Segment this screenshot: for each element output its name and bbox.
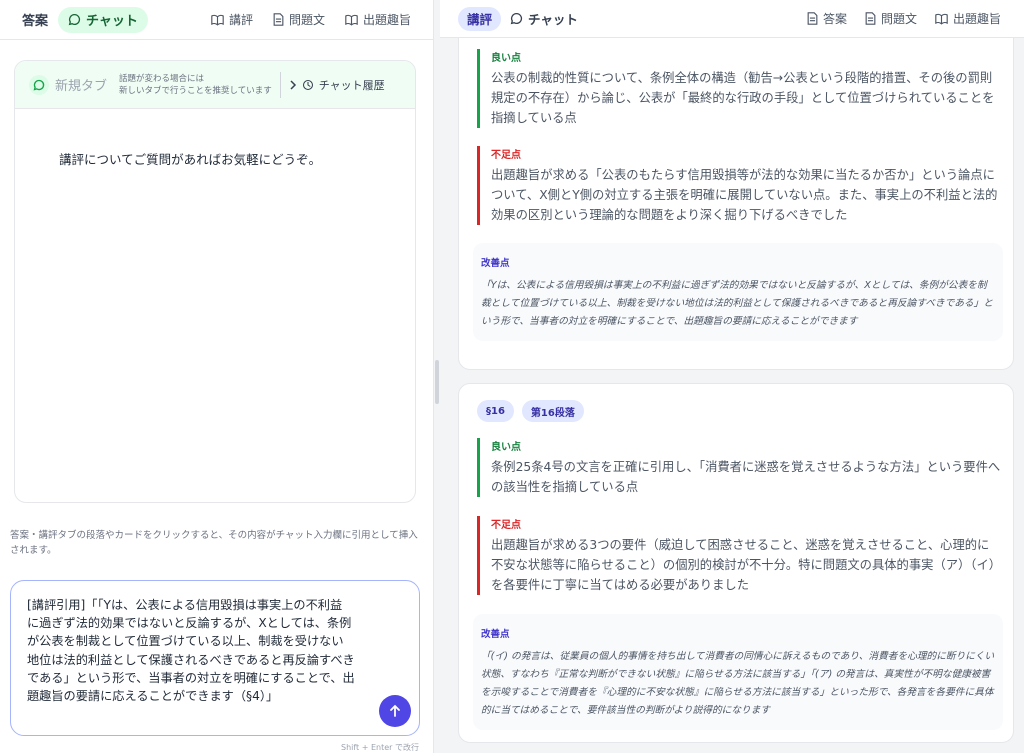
chat-panel: 新規タブ 話題が変わる場合には 新しいタブで行うことを推奨しています チャット履… xyxy=(14,60,416,503)
left-pane: 答案 チャット 講評 問題文 出題趣旨 新規タブ 話題が変わる場合には 新しいタ… xyxy=(0,0,434,753)
improvement-label: 改善点 xyxy=(481,629,510,640)
good-point-block[interactable]: 良い点 公表の制裁的性質について、条例全体の構造（勧告→公表という段階的措置、そ… xyxy=(477,49,1001,128)
chevron-right-icon xyxy=(289,79,297,90)
good-point-label: 良い点 xyxy=(491,53,521,64)
right-tab-review[interactable]: 講評 xyxy=(458,6,502,31)
improvement-label: 改善点 xyxy=(481,258,510,269)
left-tab-problem[interactable]: 問題文 xyxy=(263,7,335,33)
right-tab-bar: 講評 チャット 答案 問題文 出題趣旨 xyxy=(440,0,1024,38)
good-point-block[interactable]: 良い点 条例25条4号の文言を正確に引用し、「消費者に迷惑を覚えさせるような方法… xyxy=(477,438,1001,497)
paragraph-badge: 第16段落 xyxy=(521,400,584,422)
left-tab-purpose[interactable]: 出題趣旨 xyxy=(335,7,421,33)
right-tab-chat-label: チャット xyxy=(528,12,578,27)
left-tab-bar: 答案 チャット 講評 問題文 出題趣旨 xyxy=(0,0,433,40)
new-tab-hint: 話題が変わる場合には 新しいタブで行うことを推奨しています xyxy=(119,73,272,97)
right-tab-answer-label: 答案 xyxy=(822,12,847,26)
insert-note: 答案・講評タブの段落やカードをクリックすると、その内容がチャット入力欄に引用とし… xyxy=(10,530,418,556)
right-tab-answer[interactable]: 答案 xyxy=(798,7,856,31)
good-point-text: 条例25条4号の文言を正確に引用し、「消費者に迷惑を覚えさせるような方法」という… xyxy=(491,460,1001,494)
welcome-message: 講評についてご質問があればお気軽にどうぞ。 xyxy=(59,152,322,167)
send-button[interactable] xyxy=(379,695,411,727)
improvement-text: 「(イ) の発言は、従業員の個人的事情を持ち出して消費者の同情心に訴えるものであ… xyxy=(481,651,995,716)
chat-bubble-icon xyxy=(68,13,81,26)
new-tab-button[interactable]: 新規タブ xyxy=(29,74,108,95)
right-tab-problem[interactable]: 問題文 xyxy=(856,7,926,31)
good-point-text: 公表の制裁的性質について、条例全体の構造（勧告→公表という段階的措置、その後の罰… xyxy=(491,71,995,125)
document-icon xyxy=(273,13,284,26)
section-badge: §16 xyxy=(477,400,514,422)
header-divider xyxy=(279,71,281,98)
chat-history-label: チャット履歴 xyxy=(318,78,385,92)
chat-bubble-icon xyxy=(510,12,523,25)
weak-point-label: 不足点 xyxy=(491,150,521,161)
right-tab-chat[interactable]: チャット xyxy=(501,7,587,31)
weak-point-label: 不足点 xyxy=(491,520,521,531)
book-icon xyxy=(935,13,948,25)
weak-point-text: 出題趣旨が求める3つの要件（威迫して困惑させること、迷惑を覚えさせること、心理的… xyxy=(491,538,995,592)
left-tab-answer-label: 答案 xyxy=(22,14,49,29)
left-tab-purpose-label: 出題趣旨 xyxy=(362,13,411,27)
book-icon xyxy=(345,14,358,26)
right-pane: 講評 チャット 答案 問題文 出題趣旨 良い点 公表の制裁的性質について、条例全… xyxy=(440,0,1024,753)
chat-bubble-icon xyxy=(29,74,49,95)
weak-point-block[interactable]: 不足点 出題趣旨が求める3つの要件（威迫して困惑させること、迷惑を覚えさせること… xyxy=(477,516,1001,595)
review-card[interactable]: 良い点 公表の制裁的性質について、条例全体の構造（勧告→公表という段階的措置、そ… xyxy=(458,20,1014,370)
improvement-block[interactable]: 改善点 「Yは、公表による信用毀損は事実上の不利益に過ぎず法的効果ではないと反論… xyxy=(473,243,1003,341)
document-icon xyxy=(865,12,876,25)
book-icon xyxy=(211,14,224,26)
right-tab-problem-label: 問題文 xyxy=(880,12,917,26)
left-tab-review[interactable]: 講評 xyxy=(201,7,263,33)
weak-point-text: 出題趣旨が求める「公表のもたらす信用毀損等が法的な効果に当たるか否か」という論点… xyxy=(491,168,998,222)
send-arrow-icon xyxy=(388,704,402,718)
right-tab-purpose-label: 出題趣旨 xyxy=(952,12,1001,26)
shortcut-hint: Shift + Enter で改行 xyxy=(341,743,419,752)
left-tab-review-label: 講評 xyxy=(228,13,253,27)
card-badges: §16 第16段落 xyxy=(477,400,584,422)
pane-resize-grip[interactable] xyxy=(435,360,439,404)
history-icon xyxy=(302,79,314,91)
good-point-label: 良い点 xyxy=(491,442,521,453)
hint-line-2: 新しいタブで行うことを推奨しています xyxy=(119,85,272,96)
hint-line-1: 話題が変わる場合には xyxy=(119,73,205,84)
left-tab-chat[interactable]: チャット xyxy=(58,6,148,33)
left-tab-problem-label: 問題文 xyxy=(288,13,325,27)
right-tab-review-label: 講評 xyxy=(467,12,493,27)
improvement-text: 「Yは、公表による信用毀損は事実上の不利益に過ぎず法的効果ではないと反論するが、… xyxy=(481,280,993,327)
new-tab-label: 新規タブ xyxy=(55,79,108,94)
weak-point-block[interactable]: 不足点 出題趣旨が求める「公表のもたらす信用毀損等が法的な効果に当たるか否か」と… xyxy=(477,146,1001,225)
chat-history-button[interactable]: チャット履歴 xyxy=(289,77,385,93)
review-card[interactable]: §16 第16段落 良い点 条例25条4号の文言を正確に引用し、「消費者に迷惑を… xyxy=(458,383,1014,743)
left-tab-chat-label: チャット xyxy=(86,14,138,29)
document-icon xyxy=(807,12,818,25)
improvement-block[interactable]: 改善点 「(イ) の発言は、従業員の個人的事情を持ち出して消費者の同情心に訴える… xyxy=(473,614,1003,730)
left-tab-answer[interactable]: 答案 xyxy=(12,7,58,33)
right-tab-purpose[interactable]: 出題趣旨 xyxy=(926,7,1010,31)
chat-header: 新規タブ 話題が変わる場合には 新しいタブで行うことを推奨しています チャット履… xyxy=(15,61,415,109)
chat-input[interactable]: [講評引用]「「Yは、公表による信用毀損は事実上の不利益 に過ぎず法的効果ではな… xyxy=(10,580,420,736)
chat-input-text[interactable]: [講評引用]「「Yは、公表による信用毀損は事実上の不利益 に過ぎず法的効果ではな… xyxy=(27,596,369,705)
